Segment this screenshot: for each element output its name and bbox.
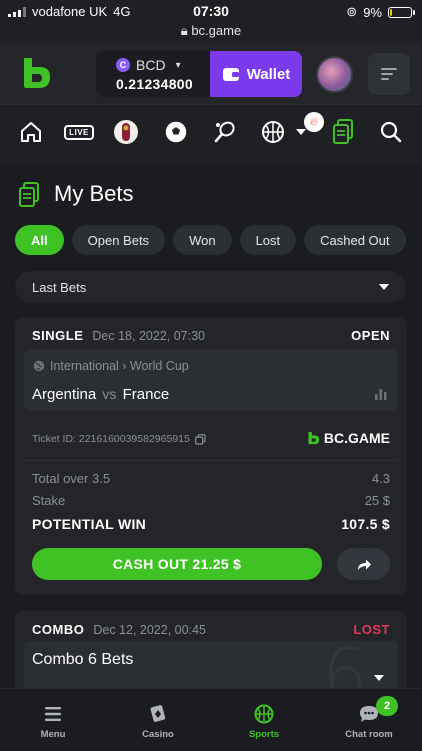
match-info[interactable]: International › World Cup Argentina vs F… — [24, 350, 398, 410]
bet-type: COMBO — [32, 622, 85, 637]
status-bar: vodafone UK 4G 07:30 🔒︎ bc.game ⊚ 9% — [0, 0, 422, 44]
nav-label: Menu — [40, 729, 66, 740]
filter-open-bets[interactable]: Open Bets — [71, 225, 166, 255]
page-header: My Bets — [0, 164, 422, 224]
balance-selector[interactable]: C BCD ▾ 0.21234800 — [96, 51, 210, 97]
casino-icon — [148, 704, 168, 724]
bc-logo-icon[interactable] — [18, 56, 52, 90]
stake-label: Stake — [32, 493, 66, 508]
vs-label: vs — [102, 386, 117, 402]
potential-win-label: POTENTIAL WIN — [32, 516, 147, 532]
sports-icon — [254, 704, 274, 724]
nav-sports[interactable]: Sports — [219, 689, 309, 751]
bcd-coin-icon: C — [116, 58, 130, 72]
rotation-lock-icon: ⊚ — [346, 4, 358, 19]
world-cup-icon[interactable] — [111, 117, 141, 147]
nav-label: Casino — [142, 729, 174, 740]
league-name: International › World Cup — [50, 359, 189, 373]
cash-out-button[interactable]: CASH OUT 21.25 $ — [32, 548, 322, 580]
ticket-id: Ticket ID: 2216160039582965915 — [32, 433, 206, 445]
status-badge: OPEN — [351, 328, 390, 343]
chat-unread-badge: 2 — [376, 696, 398, 716]
away-team: France — [122, 386, 170, 403]
balance-amount: 0.21234800 — [116, 76, 193, 92]
basketball-icon[interactable] — [258, 117, 288, 147]
match-teams: Argentina vs France — [32, 386, 169, 403]
my-bets-title-icon — [19, 182, 39, 207]
battery-percent: 9% — [363, 4, 382, 20]
bet-card: SINGLE Dec 18, 2022, 07:30 OPEN Internat… — [15, 317, 407, 595]
nav-label: Sports — [248, 729, 280, 740]
wallet-label: Wallet — [246, 65, 291, 83]
tennis-icon[interactable] — [210, 117, 240, 147]
page-title: My Bets — [54, 181, 134, 206]
selection-odds: 4.3 — [371, 471, 390, 486]
filter-won[interactable]: Won — [173, 225, 232, 255]
address-bar[interactable]: 🔒︎ bc.game — [0, 23, 422, 39]
sport-nav: LIVE 🔥︎ — [0, 104, 422, 164]
home-icon[interactable] — [16, 117, 46, 147]
nav-label: Chat room — [345, 729, 393, 740]
bet-filter-tabs: All Open Bets Won Lost Cashed Out — [15, 225, 422, 255]
lock-icon: 🔒︎ — [180, 23, 188, 38]
top-bar: C BCD ▾ 0.21234800 Wallet — [0, 44, 422, 104]
stats-icon[interactable] — [375, 389, 387, 400]
copy-icon[interactable] — [194, 433, 206, 445]
brand-name: BC.GAME — [323, 430, 390, 446]
share-arrow-icon — [357, 559, 371, 570]
stake-row: Stake 25 $ — [32, 493, 390, 508]
nav-casino[interactable]: Casino — [113, 689, 203, 751]
bet-type: SINGLE — [32, 328, 84, 343]
battery-icon — [388, 6, 415, 18]
side-menu-button[interactable] — [368, 53, 410, 95]
stake-value: 25 $ — [364, 493, 390, 508]
url-text: bc.game — [191, 23, 242, 38]
bet-date: Dec 18, 2022, 07:30 — [92, 328, 205, 343]
selection-row: Total over 3.5 4.3 — [32, 471, 390, 486]
home-team: Argentina — [32, 386, 97, 403]
period-select[interactable]: Last Bets — [15, 271, 406, 303]
live-icon[interactable]: LIVE — [63, 117, 95, 147]
nav-menu[interactable]: Menu — [8, 689, 98, 751]
selection-label: Total over 3.5 — [32, 471, 111, 486]
share-button[interactable] — [337, 548, 390, 580]
filter-all[interactable]: All — [15, 225, 64, 255]
brand-logo: BC.GAME — [306, 430, 390, 446]
status-badge: LOST — [353, 622, 390, 637]
ticket-id-text: Ticket ID: 2216160039582965915 — [32, 433, 190, 445]
filter-lost[interactable]: Lost — [239, 225, 297, 255]
search-icon[interactable] — [376, 117, 406, 147]
caret-down-icon — [379, 284, 389, 290]
combo-title: Combo 6 Bets — [32, 651, 134, 668]
filter-cashed-out[interactable]: Cashed Out — [304, 225, 406, 255]
divider — [24, 460, 398, 461]
avatar[interactable] — [316, 56, 353, 93]
nav-chat-room[interactable]: Chat room 2 — [324, 689, 414, 751]
my-bets-icon[interactable] — [328, 117, 358, 147]
wallet-button[interactable]: Wallet — [210, 51, 302, 97]
chevron-down-icon: ▾ — [175, 59, 181, 71]
globe-icon — [33, 360, 45, 372]
bottom-nav: Menu Casino Sports Chat room 2 — [0, 688, 422, 750]
caret-down-icon — [374, 675, 384, 681]
list-menu-icon — [381, 68, 397, 80]
potential-win-row: POTENTIAL WIN 107.5 $ — [32, 516, 390, 532]
menu-icon — [45, 704, 61, 724]
currency-label: BCD — [136, 57, 166, 73]
bet-date: Dec 12, 2022, 00:45 — [93, 622, 206, 637]
wallet-icon — [222, 67, 239, 81]
hot-icon: 🔥︎ — [304, 112, 324, 132]
potential-win-value: 107.5 $ — [341, 516, 390, 532]
period-select-value: Last Bets — [32, 279, 87, 295]
soccer-icon[interactable] — [161, 117, 191, 147]
bc-logo-small-icon — [308, 431, 320, 445]
